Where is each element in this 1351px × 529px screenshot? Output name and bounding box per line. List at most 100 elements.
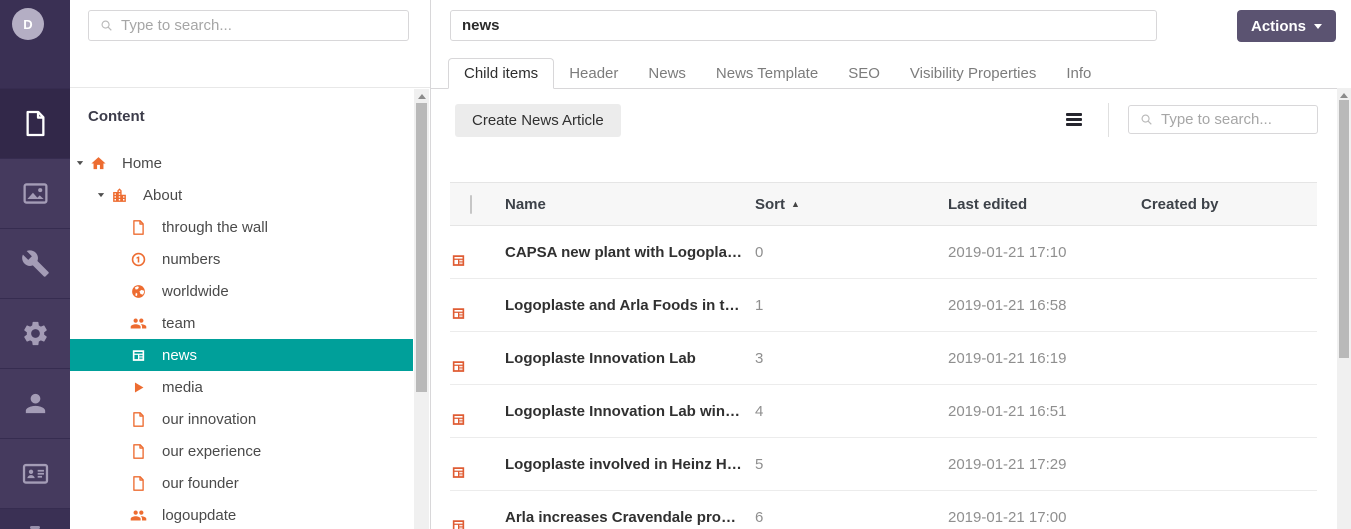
tree-scrollbar-thumb[interactable] xyxy=(416,103,427,392)
user-avatar[interactable]: D xyxy=(12,8,44,40)
tree-item-label: logoupdate xyxy=(162,507,236,524)
appbar-section-members[interactable] xyxy=(0,438,70,508)
newspaper-icon xyxy=(450,305,505,322)
image-icon xyxy=(21,179,50,208)
create-news-article-button[interactable]: Create News Article xyxy=(455,104,621,137)
search-icon xyxy=(99,18,114,33)
tree-scrollbar[interactable] xyxy=(414,89,429,529)
column-header-last-edited[interactable]: Last edited xyxy=(948,196,1141,213)
appbar-section-users[interactable] xyxy=(0,368,70,438)
tree-item-our-founder[interactable]: our founder xyxy=(70,467,413,499)
home-icon xyxy=(90,155,107,172)
tree-search-box xyxy=(88,10,409,41)
newspaper-icon xyxy=(450,358,505,375)
tree-item-media[interactable]: media xyxy=(70,371,413,403)
tree-item-label: media xyxy=(162,379,203,396)
toolbar-divider xyxy=(1108,103,1109,137)
table-header: Name Sort▲ Last edited Created by xyxy=(450,182,1317,226)
tree-item-about[interactable]: About xyxy=(70,179,413,211)
document-icon xyxy=(130,443,147,460)
id-card-icon xyxy=(21,459,50,488)
row-name-link[interactable]: Logoplaste Innovation Lab xyxy=(505,350,755,367)
tree-item-label: our innovation xyxy=(162,411,256,428)
column-header-sort[interactable]: Sort▲ xyxy=(755,196,948,213)
tree-item-home[interactable]: Home xyxy=(70,147,413,179)
main-scrollbar-thumb[interactable] xyxy=(1339,100,1349,358)
row-last-edited: 2019-01-21 16:51 xyxy=(948,403,1141,420)
tab-seo[interactable]: SEO xyxy=(833,58,895,89)
row-last-edited: 2019-01-21 17:10 xyxy=(948,244,1141,261)
tab-child-items[interactable]: Child items xyxy=(448,58,554,89)
row-sort-value: 3 xyxy=(755,350,948,367)
main-scrollbar[interactable] xyxy=(1337,88,1351,529)
tab-header[interactable]: Header xyxy=(554,58,633,89)
wrench-icon xyxy=(21,249,50,278)
caret-down-icon xyxy=(1314,24,1322,29)
table-row[interactable]: Logoplaste involved in Heinz HP ... 5 20… xyxy=(450,438,1317,491)
scroll-up-icon[interactable] xyxy=(1340,93,1348,98)
search-icon xyxy=(1139,112,1154,127)
tree-item-our-experience[interactable]: our experience xyxy=(70,435,413,467)
row-last-edited: 2019-01-21 16:58 xyxy=(948,297,1141,314)
row-name-link[interactable]: Logoplaste Innovation Lab wins ... xyxy=(505,403,755,420)
column-header-created-by[interactable]: Created by xyxy=(1141,196,1317,213)
appbar-section-packages[interactable] xyxy=(0,298,70,368)
child-items-table: Name Sort▲ Last edited Created by CAPSA … xyxy=(450,182,1317,529)
actions-button-label: Actions xyxy=(1251,18,1306,35)
tree-search-input[interactable] xyxy=(121,11,408,40)
node-title-input[interactable] xyxy=(450,10,1157,41)
appbar-section-settings[interactable] xyxy=(0,228,70,298)
table-row[interactable]: Logoplaste Innovation Lab wins ... 4 201… xyxy=(450,385,1317,438)
list-layout-icon[interactable] xyxy=(1066,113,1082,128)
sidebar-top: D xyxy=(0,0,70,88)
editor-tabs: Child items Header News News Template SE… xyxy=(448,57,1106,89)
caret-down-icon[interactable] xyxy=(95,190,107,200)
users-icon xyxy=(130,507,147,524)
globe-icon xyxy=(130,283,147,300)
scroll-up-icon[interactable] xyxy=(418,94,426,99)
document-icon xyxy=(130,411,147,428)
tree-item-logoupdate[interactable]: logoupdate xyxy=(70,499,413,529)
document-icon xyxy=(21,109,50,138)
tree-item-numbers[interactable]: numbers xyxy=(70,243,413,275)
select-all-checkbox[interactable] xyxy=(470,195,472,214)
table-row[interactable]: CAPSA new plant with Logoplast... 0 2019… xyxy=(450,226,1317,279)
tree-item-label: numbers xyxy=(162,251,220,268)
caret-down-icon[interactable] xyxy=(74,158,86,168)
play-icon xyxy=(130,379,147,396)
table-row[interactable]: Arla increases Cravendale produ... 6 201… xyxy=(450,491,1317,529)
tab-visibility-properties[interactable]: Visibility Properties xyxy=(895,58,1051,89)
column-header-name[interactable]: Name xyxy=(505,196,755,213)
buildings-icon xyxy=(111,187,128,204)
row-sort-value: 6 xyxy=(755,509,948,526)
list-search-input[interactable] xyxy=(1161,106,1317,133)
row-name-link[interactable]: Logoplaste involved in Heinz HP ... xyxy=(505,456,755,473)
row-name-link[interactable]: CAPSA new plant with Logoplast... xyxy=(505,244,755,261)
row-last-edited: 2019-01-21 17:00 xyxy=(948,509,1141,526)
umbraco-backoffice: D xyxy=(0,0,1351,529)
tree-item-label: team xyxy=(162,315,195,332)
tree-item-our-innovation[interactable]: our innovation xyxy=(70,403,413,435)
tree-item-news[interactable]: news xyxy=(70,339,413,371)
newspaper-icon xyxy=(450,464,505,481)
tree-item-label: our founder xyxy=(162,475,239,492)
row-name-link[interactable]: Arla increases Cravendale produ... xyxy=(505,509,755,526)
appbar-section-content[interactable] xyxy=(0,88,70,158)
appbar-section-media[interactable] xyxy=(0,158,70,228)
tree-item-team[interactable]: team xyxy=(70,307,413,339)
tree-item-worldwide[interactable]: worldwide xyxy=(70,275,413,307)
sort-ascending-icon: ▲ xyxy=(791,199,800,209)
row-sort-value: 1 xyxy=(755,297,948,314)
newspaper-icon xyxy=(450,411,505,428)
tree-section-title: Content xyxy=(88,108,145,125)
tab-news-template[interactable]: News Template xyxy=(701,58,833,89)
tab-info[interactable]: Info xyxy=(1051,58,1106,89)
gear-icon xyxy=(21,319,50,348)
table-row[interactable]: Logoplaste Innovation Lab 3 2019-01-21 1… xyxy=(450,332,1317,385)
row-name-link[interactable]: Logoplaste and Arla Foods in the ... xyxy=(505,297,755,314)
tab-news[interactable]: News xyxy=(633,58,701,89)
actions-button[interactable]: Actions xyxy=(1237,10,1336,42)
tree-item-label: our experience xyxy=(162,443,261,460)
tree-item-through-the-wall[interactable]: through the wall xyxy=(70,211,413,243)
table-row[interactable]: Logoplaste and Arla Foods in the ... 1 2… xyxy=(450,279,1317,332)
